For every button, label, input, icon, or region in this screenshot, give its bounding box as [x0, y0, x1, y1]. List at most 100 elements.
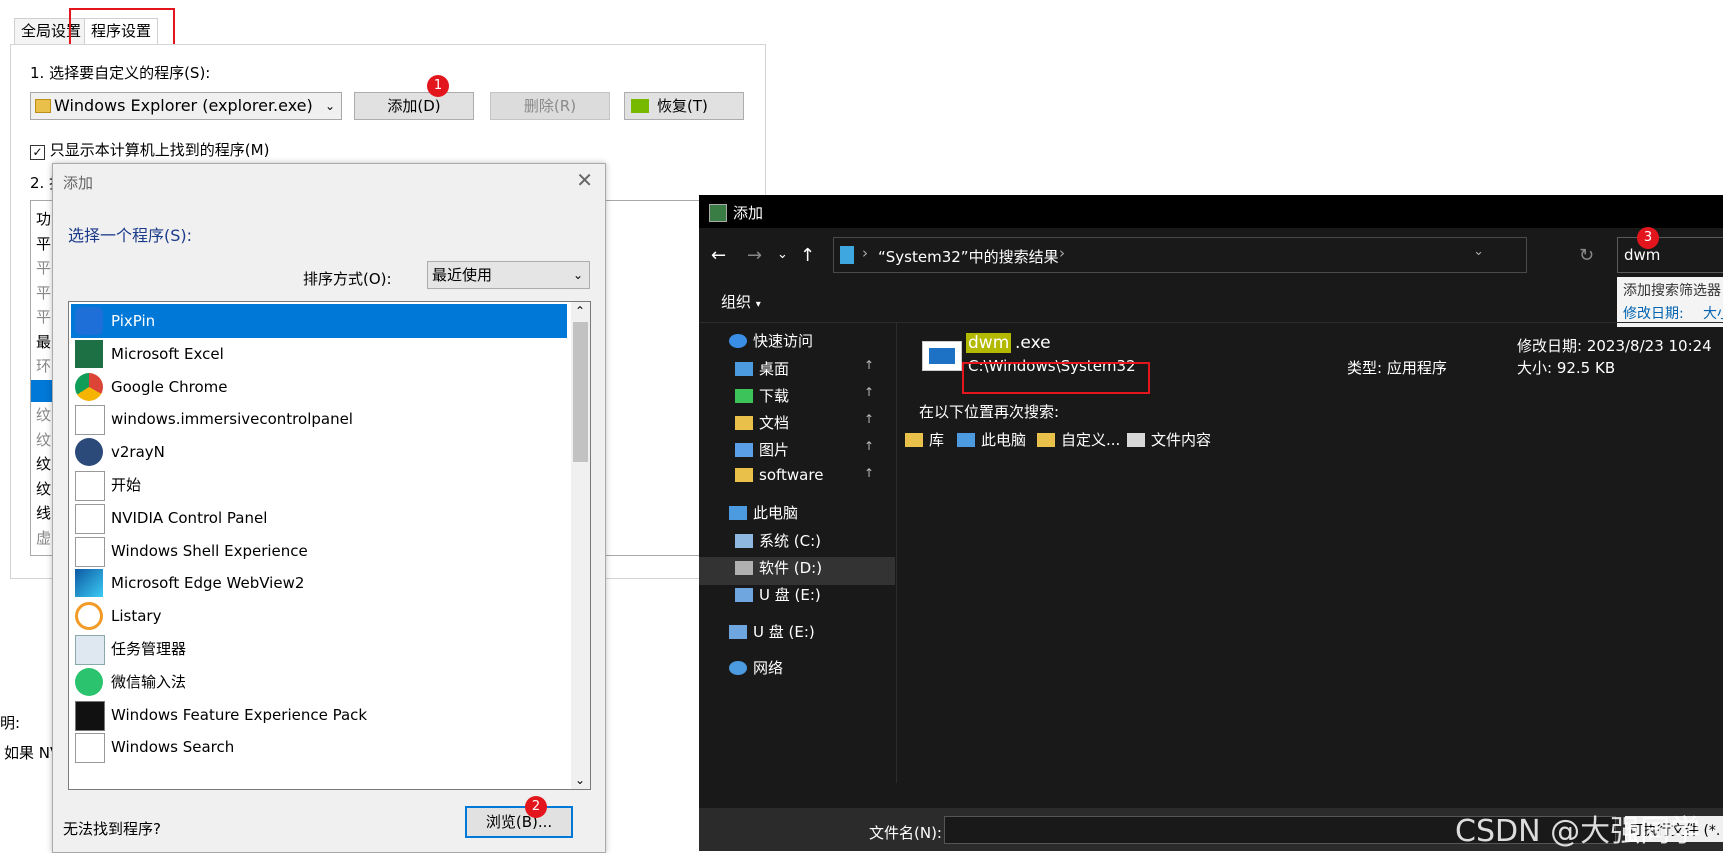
pin-icon[interactable]: ↑: [864, 466, 874, 480]
pin-icon[interactable]: ↑: [864, 412, 874, 426]
browse-button[interactable]: 浏览(B)...: [465, 806, 573, 838]
program-list-item[interactable]: windows.immersivecontrolpanel: [71, 402, 567, 436]
search-input[interactable]: dwm: [1617, 237, 1723, 273]
program-list-item[interactable]: Google Chrome: [71, 370, 567, 404]
pin-icon[interactable]: ↑: [864, 385, 874, 399]
program-list-item[interactable]: 任务管理器: [71, 632, 567, 666]
feature-list-item[interactable]: 最: [36, 331, 51, 352]
result-modified: 修改日期: 2023/8/23 10:24: [1517, 337, 1712, 355]
documents-icon: [735, 416, 753, 430]
program-list-item[interactable]: Microsoft Edge WebView2: [71, 566, 567, 600]
scroll-up-icon[interactable]: ⌃: [575, 304, 585, 318]
organize-menu[interactable]: 组织 ▾: [721, 291, 761, 312]
program-select[interactable]: Windows Explorer (explorer.exe) ⌄: [30, 92, 342, 120]
close-icon[interactable]: ✕: [576, 168, 593, 192]
delete-button[interactable]: 删除(R): [490, 92, 610, 120]
program-list-item[interactable]: Windows Shell Experience: [71, 534, 567, 568]
search-location-link[interactable]: 文件内容: [1127, 429, 1211, 450]
program-name: 开始: [111, 476, 142, 494]
usb-drive-icon: [729, 625, 747, 639]
file-content-icon: [1127, 433, 1145, 447]
program-list-item[interactable]: 开始: [71, 468, 567, 502]
forward-icon[interactable]: →: [747, 245, 762, 266]
sidebar-item[interactable]: 文档: [735, 412, 789, 433]
search-location-link[interactable]: 此电脑: [957, 429, 1026, 450]
breadcrumb[interactable]: “System32”中的搜索结果: [878, 246, 1059, 267]
feature-list-item[interactable]: 平: [36, 233, 51, 254]
program-name: Windows Shell Experience: [111, 541, 308, 560]
sidebar-item[interactable]: 快速访问: [729, 330, 813, 351]
app-window-icon: [75, 471, 105, 501]
sidebar-item[interactable]: 下载: [735, 385, 789, 406]
program-name: v2rayN: [111, 443, 165, 462]
program-name: 微信输入法: [111, 672, 187, 691]
sidebar-item[interactable]: U 盘 (E:): [729, 621, 815, 642]
program-list-item[interactable]: v2rayN: [71, 435, 567, 469]
result-type: 类型: 应用程序: [1347, 359, 1447, 377]
pin-icon[interactable]: ↑: [864, 358, 874, 372]
sidebar-item[interactable]: 图片: [735, 439, 789, 460]
exe-file-icon: [922, 341, 962, 371]
feature-list-item[interactable]: 平: [36, 282, 51, 303]
only-show-checkbox[interactable]: ✓ 只显示本计算机上找到的程序(M): [30, 139, 269, 160]
program-list-item[interactable]: Listary: [71, 599, 567, 633]
feature-list-item[interactable]: 平: [36, 306, 51, 327]
sidebar-item[interactable]: 系统 (C:): [735, 530, 821, 551]
sidebar-item[interactable]: U 盘 (E:): [735, 584, 821, 605]
result-size: 大小: 92.5 KB: [1517, 359, 1616, 377]
library-icon: [905, 433, 923, 447]
refresh-icon[interactable]: ↻: [1579, 245, 1594, 266]
step-badge-2: 2: [525, 796, 547, 818]
add-search-filter-label: 添加搜索筛选器: [1623, 283, 1721, 299]
pictures-icon: [735, 443, 753, 457]
feature-list-item[interactable]: 功: [36, 208, 51, 229]
feature-list-item[interactable]: 线: [36, 502, 51, 523]
sidebar-item[interactable]: 桌面: [735, 358, 789, 379]
feature-list-item[interactable]: 环: [36, 355, 51, 376]
sidebar-item[interactable]: software: [735, 466, 823, 484]
sidebar-item[interactable]: 软件 (D:): [735, 557, 822, 578]
program-list-item[interactable]: 微信输入法: [71, 665, 567, 699]
feature-list-item[interactable]: 虚: [36, 527, 51, 548]
folder-icon: [735, 468, 753, 482]
sort-select[interactable]: 最近使用 ⌄: [427, 261, 590, 289]
back-icon[interactable]: ←: [711, 245, 726, 266]
filter-modified-date[interactable]: 修改日期:: [1623, 303, 1684, 323]
sidebar-item[interactable]: 网络: [729, 657, 783, 678]
app-window-icon: [75, 536, 105, 567]
recent-locations-icon[interactable]: ⌄: [777, 247, 788, 262]
drive-c-icon: [735, 534, 753, 548]
program-list-item[interactable]: Microsoft Excel: [71, 337, 567, 371]
step1-label: 1. 选择要自定义的程序(S):: [30, 64, 211, 82]
pin-icon[interactable]: ↑: [864, 439, 874, 453]
search-location-link[interactable]: 库: [905, 429, 944, 450]
program-list-item[interactable]: NVIDIA Control Panel: [71, 501, 567, 535]
feature-list-item[interactable]: 纹: [36, 478, 51, 499]
feature-list-item[interactable]: 纹: [36, 429, 51, 450]
program-list-item[interactable]: Windows Search: [71, 730, 567, 764]
restore-button[interactable]: 恢复(T): [624, 92, 744, 120]
scroll-down-icon[interactable]: ⌄: [575, 773, 585, 787]
feature-list-item[interactable]: 纹: [36, 404, 51, 425]
explorer-title: 添加: [733, 204, 764, 222]
search-location-link[interactable]: 自定义...: [1037, 429, 1120, 450]
address-bar[interactable]: › “System32”中的搜索结果 › ⌄: [833, 237, 1527, 273]
chevron-down-icon[interactable]: ⌄: [1473, 244, 1484, 259]
sidebar-item[interactable]: 此电脑: [729, 502, 798, 523]
scroll-thumb[interactable]: [573, 322, 588, 462]
this-pc-icon: [729, 506, 747, 520]
search-folder-icon: [840, 246, 854, 264]
cant-find-label: 无法找到程序?: [63, 820, 161, 838]
program-list[interactable]: PixPin Microsoft Excel Google Chrome window…: [68, 301, 591, 790]
add-button[interactable]: 添加(D): [354, 92, 474, 120]
program-list-item[interactable]: Windows Feature Experience Pack: [71, 698, 567, 732]
feature-list-item[interactable]: 纹: [36, 453, 51, 474]
feature-list-item[interactable]: 平: [36, 257, 51, 278]
filename-label: 文件名(N):: [869, 824, 942, 842]
wechat-ime-icon: [75, 667, 103, 696]
program-list-item[interactable]: PixPin: [71, 304, 567, 338]
up-icon[interactable]: ↑: [800, 245, 815, 266]
program-list-scrollbar[interactable]: ⌃ ⌄: [571, 302, 590, 789]
filter-size[interactable]: 大小: [1703, 303, 1723, 323]
checkbox-checked-icon: ✓: [30, 145, 45, 160]
